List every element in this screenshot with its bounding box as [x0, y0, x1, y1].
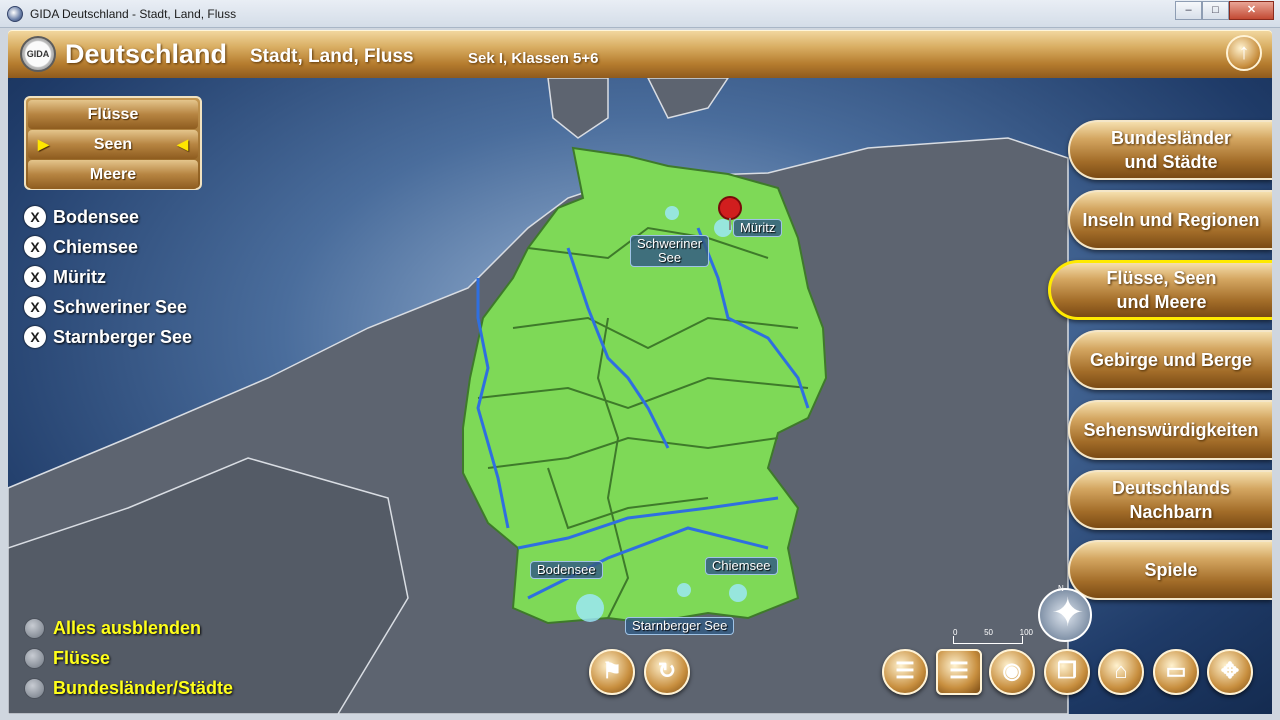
list-item[interactable]: X Starnberger See	[24, 322, 192, 352]
lake-list: X Bodensee X Chiemsee X Müritz X Schweriner …	[24, 202, 192, 352]
category-meere[interactable]: Meere	[28, 160, 198, 189]
copy-icon: ❐	[1057, 658, 1077, 683]
window-titlebar: GIDA Deutschland - Stadt, Land, Fluss – …	[0, 0, 1280, 28]
window-icon: ▭	[1165, 658, 1187, 683]
move-icon: ✥	[1220, 658, 1240, 683]
menu-fluesse-seen-meere[interactable]: Flüsse, Seen und Meere	[1048, 260, 1272, 320]
grade-level: Sek I, Klassen 5+6	[468, 50, 599, 67]
lake-starnberg-mark	[677, 583, 691, 597]
scale-bar	[953, 636, 1023, 644]
map-label-mueritz[interactable]: Müritz	[733, 219, 783, 237]
app-icon	[7, 6, 23, 22]
list-icon: ☰	[949, 658, 969, 683]
list-item[interactable]: X Schweriner See	[24, 292, 192, 322]
app-header: GIDA Deutschland Stadt, Land, Fluss Sek …	[8, 30, 1272, 78]
lake-bodensee-mark	[576, 594, 604, 622]
map-label-starnberg[interactable]: Starnberger See	[625, 617, 735, 635]
category-seen[interactable]: ▶ Seen ◀	[28, 130, 198, 159]
layer-toggles: Alles ausblenden Flüsse Bundesländer/Stä…	[24, 613, 233, 703]
copy-button[interactable]: ❐	[1044, 649, 1090, 695]
category-selector: Flüsse ▶ Seen ◀ Meere	[24, 96, 202, 190]
window-title: GIDA Deutschland - Stadt, Land, Fluss	[30, 7, 237, 21]
scandinavia	[547, 78, 729, 139]
page-title: Deutschland	[65, 39, 228, 69]
move-button[interactable]: ✥	[1207, 649, 1253, 695]
compass-star-icon: ✦	[1051, 591, 1085, 635]
close-button[interactable]: ✕	[1229, 1, 1274, 20]
menu-nachbarn[interactable]: Deutschlands Nachbarn	[1068, 470, 1272, 530]
close-icon[interactable]: X	[24, 296, 46, 318]
radio-button[interactable]	[24, 677, 45, 699]
category-fluesse[interactable]: Flüsse	[28, 100, 198, 129]
close-icon[interactable]: X	[24, 266, 46, 288]
list-alt-button[interactable]: ☰	[936, 649, 982, 695]
map-label-bodensee[interactable]: Bodensee	[530, 561, 603, 579]
close-icon[interactable]: X	[24, 236, 46, 258]
radio-button[interactable]	[24, 647, 45, 669]
list-item[interactable]: X Müritz	[24, 262, 192, 292]
gida-logo: GIDA	[20, 36, 56, 72]
lake-chiemsee-mark	[729, 584, 747, 602]
window-button[interactable]: ▭	[1153, 649, 1199, 695]
map-area: Müritz Schweriner See Bodensee Chiemsee …	[8, 78, 1272, 714]
window-controls: – □ ✕	[1175, 1, 1274, 20]
arrow-right-icon: ▶	[38, 136, 49, 152]
radio-button[interactable]	[24, 617, 45, 639]
category-seen-label: Seen	[93, 136, 133, 153]
reset-icon: ↻	[657, 658, 677, 683]
map-label-chiemsee[interactable]: Chiemsee	[705, 557, 778, 575]
list-item[interactable]: X Bodensee	[24, 202, 192, 232]
menu-bundeslaender[interactable]: Bundesländer und Städte	[1068, 120, 1272, 180]
page-subtitle: Stadt, Land, Fluss	[250, 46, 414, 67]
main-menu: Bundesländer und Städte Inseln und Regio…	[1048, 120, 1272, 610]
menu-inseln[interactable]: Inseln und Regionen	[1068, 190, 1272, 250]
red-pin-icon	[718, 196, 742, 220]
minimize-button[interactable]: –	[1175, 1, 1202, 20]
camera-icon: ◉	[1002, 658, 1022, 683]
arrow-left-icon: ◀	[177, 136, 188, 152]
menu-spiele[interactable]: Spiele	[1068, 540, 1272, 600]
map-label-schwerin[interactable]: Schweriner See	[630, 235, 710, 267]
home-button[interactable]: ⌂	[1098, 649, 1144, 695]
reset-button[interactable]: ↻	[644, 649, 690, 695]
pin-icon: ⚑	[602, 658, 622, 683]
pin-button[interactable]: ⚑	[589, 649, 635, 695]
menu-sehenswuerdigkeiten[interactable]: Sehenswürdigkeiten	[1068, 400, 1272, 460]
home-icon: ⌂	[1114, 658, 1128, 683]
close-icon[interactable]: X	[24, 206, 46, 228]
toggle-alles-ausblenden[interactable]: Alles ausblenden	[24, 613, 233, 643]
menu-gebirge[interactable]: Gebirge und Berge	[1068, 330, 1272, 390]
close-icon[interactable]: X	[24, 326, 46, 348]
list-button[interactable]: ☰	[882, 649, 928, 695]
up-arrow-button[interactable]: ↑	[1226, 35, 1262, 71]
lake-schwerin-mark	[665, 206, 679, 220]
camera-button[interactable]: ◉	[989, 649, 1035, 695]
list-item[interactable]: X Chiemsee	[24, 232, 192, 262]
toggle-fluesse[interactable]: Flüsse	[24, 643, 233, 673]
list-icon: ☰	[895, 658, 915, 683]
toggle-bundeslaender[interactable]: Bundesländer/Städte	[24, 673, 233, 703]
compass-north: N	[1058, 584, 1064, 593]
maximize-button[interactable]: □	[1202, 1, 1229, 20]
